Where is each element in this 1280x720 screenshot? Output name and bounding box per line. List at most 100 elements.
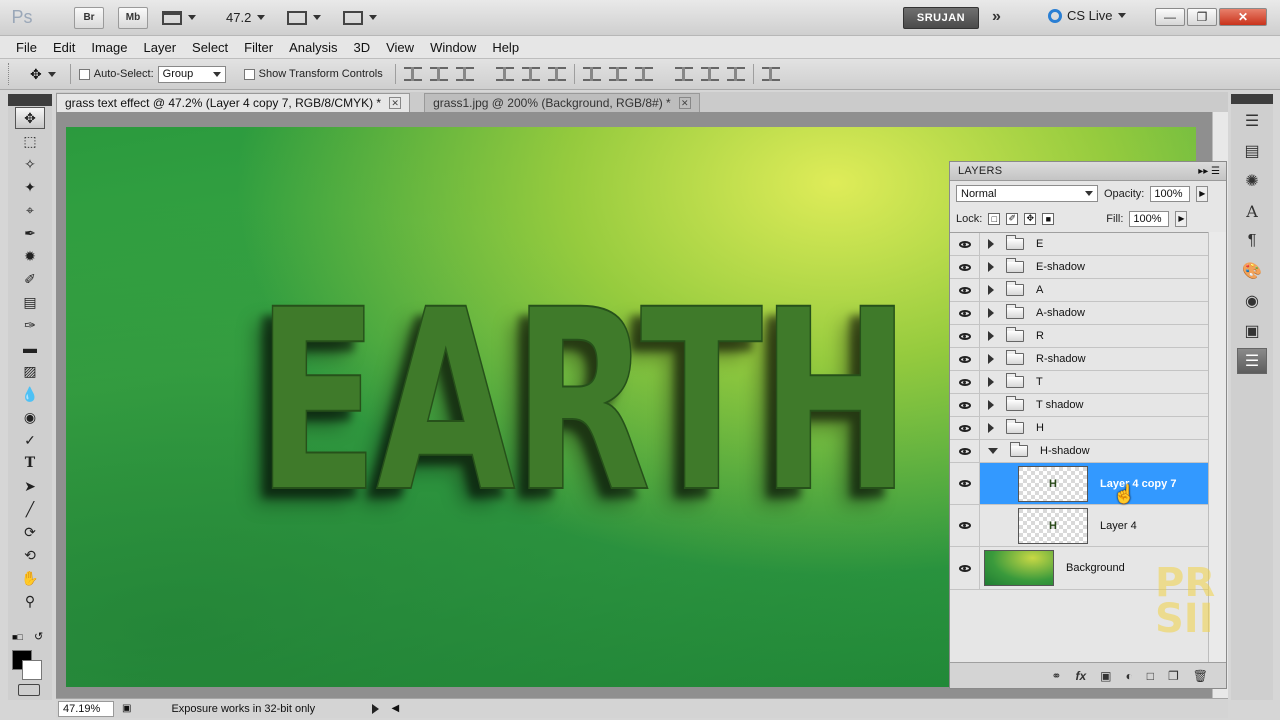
lock-position-icon[interactable]: ✥	[1024, 212, 1037, 225]
minimize-button[interactable]: —	[1155, 8, 1185, 26]
tool-presets-icon[interactable]: ✺	[1237, 168, 1267, 194]
expand-triangle-icon[interactable]	[988, 308, 994, 318]
auto-select-dropdown[interactable]: Group	[157, 65, 226, 83]
dock-header[interactable]	[1231, 94, 1273, 104]
scroll-left-icon[interactable]: ◀	[391, 703, 399, 714]
layer-layer-4-copy-7[interactable]: H Layer 4 copy 7	[950, 463, 1208, 505]
tab-grass-text-effect[interactable]: grass text effect @ 47.2% (Layer 4 copy …	[56, 93, 411, 112]
menu-3d[interactable]: 3D	[345, 40, 378, 55]
align-horizontal-centers-icon[interactable]	[521, 67, 540, 81]
distribute-horizontal-icon[interactable]	[700, 67, 719, 81]
visibility-toggle[interactable]	[950, 547, 980, 589]
align-right-edges-icon[interactable]	[547, 67, 566, 81]
auto-select-checkbox[interactable]	[78, 68, 90, 80]
align-bottom-edges-icon[interactable]	[455, 67, 474, 81]
crop-tool-icon[interactable]: ⌖	[15, 199, 45, 221]
adjustment-layer-icon[interactable]: ◐	[1126, 669, 1133, 683]
delete-layer-icon[interactable]: 🗑	[1193, 669, 1208, 683]
expand-triangle-icon[interactable]	[988, 377, 994, 387]
restore-button[interactable]: ❐	[1187, 8, 1217, 26]
visibility-toggle[interactable]	[950, 505, 980, 546]
auto-align-layers-icon[interactable]	[761, 67, 780, 81]
gradient-tool-icon[interactable]: ▨	[15, 360, 45, 382]
visibility-toggle[interactable]	[950, 325, 980, 347]
move-tool-icon[interactable]: ✥	[15, 107, 45, 129]
visibility-toggle[interactable]	[950, 256, 980, 278]
visibility-toggle[interactable]	[950, 279, 980, 301]
visibility-toggle[interactable]	[950, 371, 980, 393]
expand-triangle-icon[interactable]	[988, 262, 994, 272]
show-transform-controls-checkbox[interactable]	[243, 68, 255, 80]
layer-style-fx-icon[interactable]: fx	[1075, 669, 1086, 683]
visibility-toggle[interactable]	[950, 348, 980, 370]
layers-panel-icon[interactable]: ☰	[1237, 348, 1267, 374]
workspace-switcher-button[interactable]: SRUJAN	[903, 7, 979, 29]
menu-filter[interactable]: Filter	[236, 40, 281, 55]
expand-triangle-icon[interactable]	[988, 239, 994, 249]
layer-group-t[interactable]: T	[950, 371, 1208, 394]
tab-grass1[interactable]: grass1.jpg @ 200% (Background, RGB/8#) *…	[424, 93, 700, 112]
more-workspaces-icon[interactable]: »	[992, 8, 1001, 26]
lock-pixels-icon[interactable]: ✐	[1006, 212, 1019, 225]
quick-selection-tool-icon[interactable]: ✦	[15, 176, 45, 198]
menu-window[interactable]: Window	[422, 40, 484, 55]
3d-rotate-tool-icon[interactable]: ⟳	[15, 521, 45, 543]
expand-triangle-icon[interactable]	[988, 285, 994, 295]
layer-group-t-shadow[interactable]: T shadow	[950, 394, 1208, 417]
collapse-triangle-icon[interactable]	[988, 448, 998, 454]
spot-healing-tool-icon[interactable]: ✹	[15, 245, 45, 267]
expand-triangle-icon[interactable]	[988, 331, 994, 341]
visibility-toggle[interactable]	[950, 233, 980, 255]
layer-group-r-shadow[interactable]: R-shadow	[950, 348, 1208, 371]
layer-group-e[interactable]: E	[950, 233, 1208, 256]
visibility-toggle[interactable]	[950, 417, 980, 439]
hand-tool-icon[interactable]: ✋	[15, 567, 45, 589]
layer-group-h-shadow[interactable]: H-shadow	[950, 440, 1208, 463]
blend-mode-dropdown[interactable]: Normal	[956, 185, 1098, 202]
menu-image[interactable]: Image	[83, 40, 135, 55]
options-bar-grip[interactable]	[8, 63, 12, 85]
adjustments-icon[interactable]: ☰	[1237, 108, 1267, 134]
menu-edit[interactable]: Edit	[45, 40, 83, 55]
history-brush-tool-icon[interactable]: ✑	[15, 314, 45, 336]
pen-tool-icon[interactable]: ✓	[15, 429, 45, 451]
menu-help[interactable]: Help	[484, 40, 527, 55]
transform-icon[interactable]: ▣	[1237, 318, 1267, 344]
default-colors-icon[interactable]: ■□	[12, 632, 23, 642]
path-selection-tool-icon[interactable]: ➤	[15, 475, 45, 497]
align-vertical-centers-icon[interactable]	[429, 67, 448, 81]
add-mask-icon[interactable]: ▣	[1100, 669, 1111, 683]
cs-live-dropdown[interactable]: CS Live	[1048, 8, 1126, 23]
3d-orbit-tool-icon[interactable]: ⟲	[15, 544, 45, 566]
type-tool-icon[interactable]: T	[15, 452, 45, 474]
brush-tool-icon[interactable]: ✐	[15, 268, 45, 290]
marquee-tool-icon[interactable]: ⬚	[15, 130, 45, 152]
menu-analysis[interactable]: Analysis	[281, 40, 345, 55]
zoom-level-dropdown[interactable]: 47.2	[226, 10, 266, 25]
opacity-field[interactable]: 100%	[1150, 185, 1191, 202]
tool-preset-picker[interactable]: ✥	[30, 66, 56, 83]
menu-file[interactable]: File	[8, 40, 45, 55]
visibility-toggle[interactable]	[950, 394, 980, 416]
visibility-toggle[interactable]	[950, 463, 980, 504]
tools-panel-header[interactable]	[8, 94, 52, 106]
new-layer-icon[interactable]: ❐	[1168, 669, 1179, 683]
line-tool-icon[interactable]: ╱	[15, 498, 45, 520]
opacity-slider-arrow-icon[interactable]: ▶	[1196, 185, 1209, 202]
eraser-tool-icon[interactable]: ▬	[15, 337, 45, 359]
eyedropper-tool-icon[interactable]: ✒	[15, 222, 45, 244]
zoom-tool-icon[interactable]: ⚲	[15, 590, 45, 612]
lock-transparency-icon[interactable]: □	[988, 212, 1001, 225]
bridge-button[interactable]: Br	[74, 6, 104, 29]
distribute-centers-icon[interactable]	[608, 67, 627, 81]
close-icon[interactable]: ✕	[678, 97, 691, 109]
status-zoom-field[interactable]: 47.19%	[58, 700, 114, 717]
layers-panel-header[interactable]: LAYERS ▸▸ ☰	[950, 162, 1226, 181]
lock-all-icon[interactable]: ■	[1042, 212, 1055, 225]
link-layers-icon[interactable]: ⚭	[1051, 669, 1061, 683]
character-icon[interactable]: A	[1237, 198, 1267, 224]
menu-select[interactable]: Select	[184, 40, 236, 55]
fill-slider-arrow-icon[interactable]: ▶	[1175, 210, 1188, 227]
swap-colors-icon[interactable]: ↺	[34, 630, 43, 643]
dodge-tool-icon[interactable]: ◉	[15, 406, 45, 428]
